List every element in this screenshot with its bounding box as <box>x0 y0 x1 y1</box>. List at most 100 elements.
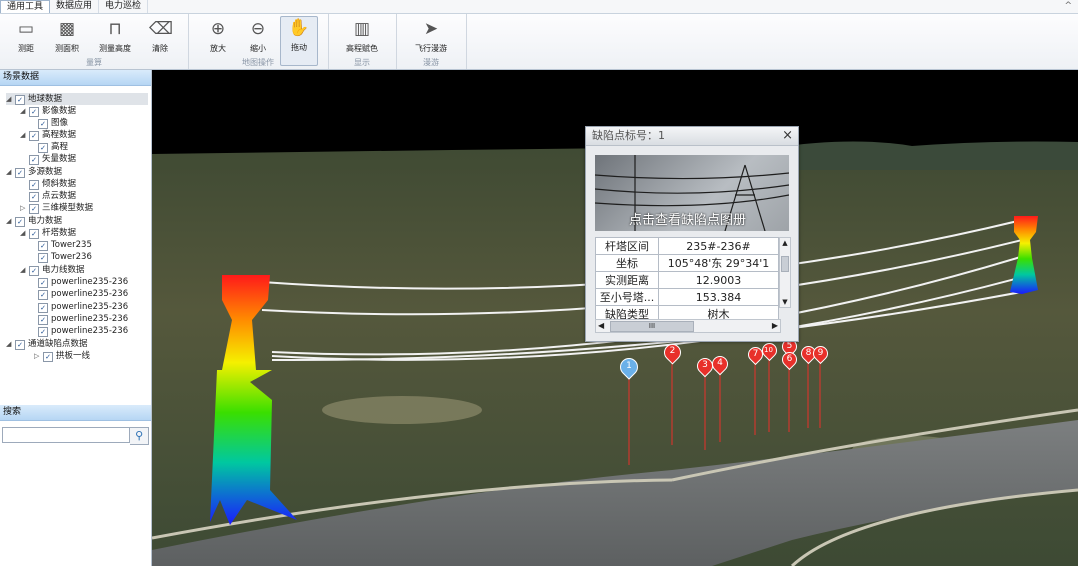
search-input[interactable] <box>2 427 131 443</box>
tree-node-powerline-2[interactable]: ✓ powerline235-236 <box>38 288 128 300</box>
checkbox[interactable]: ✓ <box>38 143 48 153</box>
tree-node-earth-data[interactable]: ◢ ✓ 地球数据 <box>6 93 148 105</box>
checkbox[interactable]: ✓ <box>38 315 48 325</box>
tab-power-inspection[interactable]: 电力巡检 <box>99 0 149 13</box>
checkbox[interactable]: ✓ <box>29 229 39 239</box>
checkbox[interactable]: ✓ <box>38 253 48 263</box>
checkbox[interactable]: ✓ <box>29 107 39 117</box>
collapse-ribbon-icon[interactable]: ^ <box>1064 0 1072 13</box>
checkbox[interactable]: ✓ <box>38 327 48 337</box>
view-defect-album-link[interactable]: 点击查看缺陷点图册 <box>629 209 746 228</box>
checkbox[interactable]: ✓ <box>15 95 25 105</box>
expand-arrow-icon[interactable]: ◢ <box>6 215 15 227</box>
attr-key: 杆塔区间 <box>595 237 659 255</box>
tree-label: 电力线数据 <box>42 265 85 275</box>
clear-button[interactable]: ⌫ 清除 <box>142 18 178 54</box>
tree-node-powerline-4[interactable]: ✓ powerline235-236 <box>38 313 128 325</box>
checkbox[interactable]: ✓ <box>38 290 48 300</box>
tree-node-powerline-3[interactable]: ✓ powerline235-236 <box>38 301 128 313</box>
expand-arrow-icon[interactable]: ◢ <box>6 338 15 350</box>
expand-arrow-icon[interactable]: ◢ <box>20 105 29 117</box>
tree-node-powerline-1[interactable]: ✓ powerline235-236 <box>38 276 128 288</box>
scroll-up-icon[interactable]: ▲ <box>780 238 790 248</box>
tree-label: 影像数据 <box>42 106 77 116</box>
measure-distance-button[interactable]: ▭ 测距 <box>8 18 44 54</box>
tree-node-channel-defect-data[interactable]: ◢ ✓ 通道缺陷点数据 <box>6 338 88 350</box>
elevation-color-icon: ▥ <box>353 19 371 39</box>
tree-label: 杆塔数据 <box>42 228 77 238</box>
expand-arrow-icon[interactable]: ▷ <box>34 350 43 362</box>
horizontal-scrollbar[interactable]: ◀ III ▶ <box>595 319 781 333</box>
search-box: ⚲ <box>2 427 149 445</box>
defect-info-popup[interactable]: 缺陷点标号：1 × 点击查看缺陷点图册 杆塔区间 235#-236# 坐标 105°… <box>585 126 799 342</box>
tree-node-elevation[interactable]: ✓ 高程 <box>38 141 68 153</box>
tree-node-tower235[interactable]: ✓ Tower235 <box>38 239 92 251</box>
tree-node-powerline-data[interactable]: ◢ ✓ 电力线数据 <box>20 264 85 276</box>
checkbox[interactable]: ✓ <box>15 340 25 350</box>
scroll-left-icon[interactable]: ◀ <box>598 320 604 332</box>
fly-roam-button[interactable]: ➤ 飞行漫游 <box>408 18 454 54</box>
checkbox[interactable]: ✓ <box>29 180 39 190</box>
tree-label: powerline235-236 <box>51 277 129 287</box>
checkbox[interactable]: ✓ <box>38 241 48 251</box>
tab-general-tools[interactable]: 通用工具 <box>0 0 51 13</box>
tree-node-power-data[interactable]: ◢ ✓ 电力数据 <box>6 215 62 227</box>
button-label: 清除 <box>152 44 168 53</box>
checkbox[interactable]: ✓ <box>29 266 39 276</box>
scroll-down-icon[interactable]: ▼ <box>780 297 790 307</box>
tree-node-imagery-data[interactable]: ◢ ✓ 影像数据 <box>20 105 76 117</box>
checkbox[interactable]: ✓ <box>29 131 39 141</box>
tree-label: 倾斜数据 <box>42 179 77 189</box>
attr-key: 实测距离 <box>595 271 659 289</box>
scroll-thumb[interactable]: III <box>610 321 694 332</box>
checkbox[interactable]: ✓ <box>38 278 48 288</box>
expand-arrow-icon[interactable]: ◢ <box>20 227 29 239</box>
tree-label: powerline235-236 <box>51 302 129 312</box>
elevation-color-button[interactable]: ▥ 高程赋色 <box>340 18 384 54</box>
tree-node-multisource-data[interactable]: ◢ ✓ 多源数据 <box>6 166 62 178</box>
expand-arrow-icon[interactable]: ◢ <box>6 93 15 105</box>
tree-label: 地球数据 <box>28 94 63 104</box>
zoom-in-button[interactable]: ⊕ 放大 <box>200 18 236 54</box>
checkbox[interactable]: ✓ <box>15 168 25 178</box>
tree-node-3d-model-data[interactable]: ▷ ✓ 三维模型数据 <box>20 202 93 214</box>
group-label-roam: 漫游 <box>423 58 439 67</box>
vertical-scrollbar[interactable]: ▲ ▼ <box>779 237 791 308</box>
checkbox[interactable]: ✓ <box>43 352 53 362</box>
measure-height-button[interactable]: ⊓ 测量高度 <box>94 18 136 54</box>
scroll-right-icon[interactable]: ▶ <box>772 320 778 332</box>
close-icon[interactable]: × <box>782 127 793 145</box>
scene-tree: ◢ ✓ 地球数据 ◢ ✓ 影像数据 ✓ 图像 ◢ ✓ 高程数据 ✓ 高程 ✓ 矢量数据 ◢ ✓ 多源数… <box>0 86 151 406</box>
checkbox[interactable]: ✓ <box>15 217 25 227</box>
expand-arrow-icon[interactable]: ▷ <box>20 202 29 214</box>
expand-arrow-icon[interactable]: ◢ <box>20 264 29 276</box>
tree-node-tower236[interactable]: ✓ Tower236 <box>38 251 92 263</box>
checkbox[interactable]: ✓ <box>29 192 39 202</box>
expand-arrow-icon[interactable]: ◢ <box>20 129 29 141</box>
tree-node-vector-data[interactable]: ✓ 矢量数据 <box>29 153 76 165</box>
checkbox[interactable]: ✓ <box>29 204 39 214</box>
checkbox[interactable]: ✓ <box>38 303 48 313</box>
tree-node-tower-data[interactable]: ◢ ✓ 杆塔数据 <box>20 227 76 239</box>
expand-arrow-icon[interactable]: ◢ <box>6 166 15 178</box>
tree-node-image[interactable]: ✓ 图像 <box>38 117 68 129</box>
scroll-thumb[interactable] <box>781 256 789 272</box>
tree-label: 多源数据 <box>28 167 63 177</box>
defect-photo-thumbnail[interactable]: 点击查看缺陷点图册 <box>595 155 789 231</box>
tab-data-application[interactable]: 数据应用 <box>50 0 100 13</box>
attr-value: 12.9003 <box>658 271 779 289</box>
tree-node-pointcloud-data[interactable]: ✓ 点云数据 <box>29 190 76 202</box>
tree-node-gongban-line[interactable]: ▷ ✓ 拱板一线 <box>34 350 90 362</box>
defect-marker-1-label: 1 <box>626 361 632 371</box>
tree-node-powerline-5[interactable]: ✓ powerline235-236 <box>38 325 128 337</box>
checkbox[interactable]: ✓ <box>38 119 48 129</box>
checkbox[interactable]: ✓ <box>29 155 39 165</box>
measure-area-button[interactable]: ▩ 测面积 <box>49 18 85 54</box>
tree-node-elevation-data[interactable]: ◢ ✓ 高程数据 <box>20 129 76 141</box>
tree-node-oblique-data[interactable]: ✓ 倾斜数据 <box>29 178 76 190</box>
zoom-out-button[interactable]: ⊖ 缩小 <box>240 18 276 54</box>
defect-attribute-table: 杆塔区间 235#-236# 坐标 105°48'东 29°34'1 实测距离 12.… <box>595 237 779 323</box>
attr-key: 坐标 <box>595 254 659 272</box>
search-icon[interactable]: ⚲ <box>130 427 149 445</box>
tree-label: 三维模型数据 <box>42 203 94 213</box>
